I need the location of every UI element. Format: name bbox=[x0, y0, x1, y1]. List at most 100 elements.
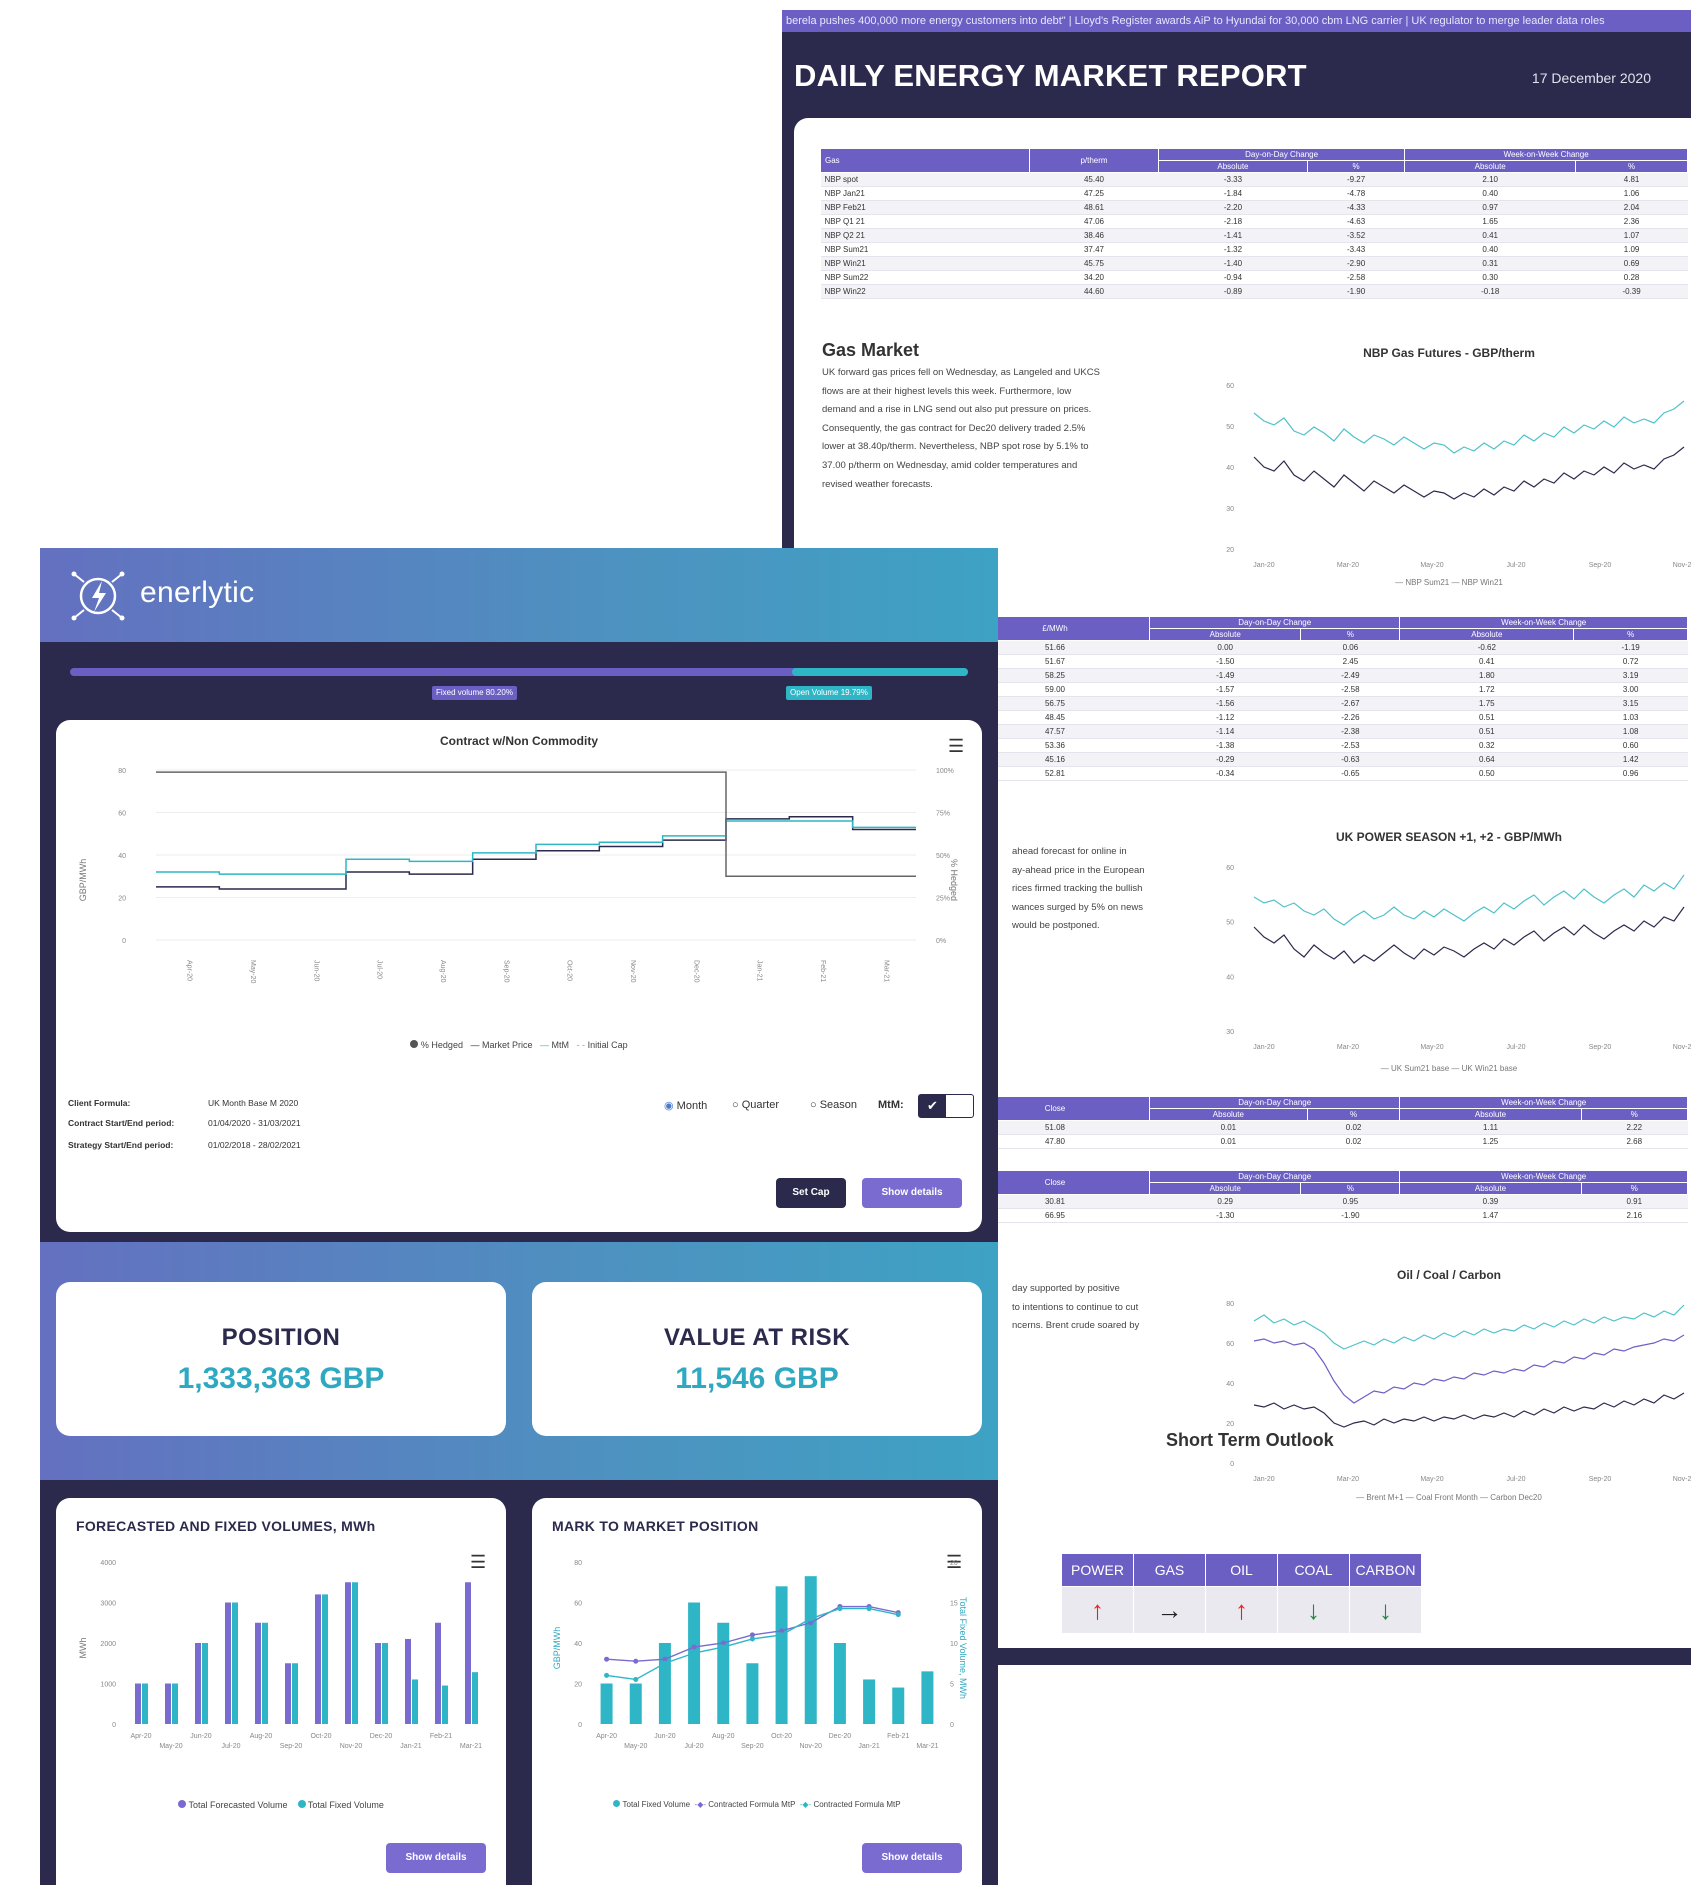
tick-label: Jan-21 bbox=[858, 1743, 880, 1750]
series-line-mtm bbox=[156, 820, 916, 875]
report-title: DAILY ENERGY MARKET REPORT bbox=[794, 58, 1307, 93]
mtm-toggle[interactable]: ✔ bbox=[918, 1094, 974, 1118]
volumes-chart-title: FORECASTED AND FIXED VOLUMES, MWh bbox=[76, 1518, 376, 1534]
tick-label: May-20 bbox=[249, 960, 256, 983]
text-line: 37.00 p/therm on Wednesday, amid colder … bbox=[822, 459, 1078, 471]
tick-label: Mar-21 bbox=[916, 1743, 938, 1750]
contract-chart-title: Contract w/Non Commodity bbox=[440, 734, 598, 748]
col-wow: Week-on-Week Change bbox=[1404, 148, 1688, 161]
table-cell: -1.38 bbox=[1149, 738, 1301, 753]
table-cell: 2.68 bbox=[1581, 1134, 1688, 1149]
table-cell: 2.36 bbox=[1575, 214, 1688, 229]
table-cell: 1.08 bbox=[1573, 724, 1688, 739]
tick-label: 20 bbox=[1226, 1421, 1234, 1428]
col-dod: Day-on-Day Change bbox=[1148, 1170, 1401, 1183]
tick-label: Nov-20 bbox=[1673, 1476, 1691, 1483]
table-cell: -3.33 bbox=[1158, 172, 1308, 187]
tick-label: Jan-20 bbox=[1253, 1044, 1275, 1051]
news-ticker[interactable]: berela pushes 400,000 more energy custom… bbox=[782, 10, 1691, 32]
strategy-period-label: Strategy Start/End period: bbox=[68, 1140, 174, 1150]
check-icon: ✔ bbox=[919, 1095, 946, 1117]
period-season-radio[interactable]: ○ Season bbox=[810, 1099, 857, 1111]
show-details-button[interactable]: Show details bbox=[862, 1178, 962, 1208]
contract-legend: % Hedged — Market Price — MtM - - Initia… bbox=[56, 1040, 982, 1050]
table-cell: 0.00 bbox=[1149, 640, 1301, 655]
tick-label: Apr-20 bbox=[186, 960, 193, 981]
data-point bbox=[604, 1656, 610, 1662]
bar bbox=[688, 1602, 701, 1724]
period-month-radio[interactable]: ◉ Month bbox=[664, 1099, 707, 1112]
radio-label: Season bbox=[819, 1099, 858, 1111]
volumes-legend: Total Forecasted Volume Total Fixed Volu… bbox=[56, 1800, 506, 1810]
client-formula-value: UK Month Base M 2020 bbox=[208, 1098, 299, 1108]
table-row: 51.66 0.00 0.06 -0.62 -1.19 bbox=[960, 640, 1688, 655]
series-line-coal bbox=[1253, 1334, 1685, 1404]
table-row: NBP Jan21 47.25 -1.84 -4.78 0.40 1.06 bbox=[820, 186, 1688, 201]
table-cell: 0.01 bbox=[1149, 1134, 1308, 1149]
table-cell: -0.63 bbox=[1300, 752, 1400, 767]
table-cell: 0.28 bbox=[1575, 270, 1688, 285]
tick-label: Oct-20 bbox=[566, 960, 573, 981]
mtm-chart-title: MARK TO MARKET POSITION bbox=[552, 1518, 759, 1534]
tick-label: Jan-20 bbox=[1253, 562, 1275, 569]
tick-label: Jul-20 bbox=[376, 960, 383, 979]
col-wow-abs: Absolute bbox=[1399, 1108, 1582, 1121]
table-cell: 0.02 bbox=[1307, 1134, 1400, 1149]
tick-label: 60 bbox=[118, 811, 126, 818]
contract-card: Contract w/Non Commodity ☰ GBP/MWh % Hed… bbox=[56, 720, 982, 1232]
position-value: 1,333,363 GBP bbox=[177, 1362, 385, 1395]
tick-label: Jul-20 bbox=[1506, 1044, 1525, 1051]
tick-label: 20 bbox=[1226, 547, 1234, 554]
set-cap-button[interactable]: Set Cap bbox=[776, 1178, 846, 1208]
table-cell: NBP Sum21 bbox=[820, 242, 1030, 257]
tick-label: Nov-20 bbox=[1673, 1044, 1691, 1051]
small-price-table-1: Close Day-on-Day Change Week-on-Week Cha… bbox=[960, 1096, 1689, 1149]
table-cell: 0.64 bbox=[1399, 752, 1574, 767]
show-details-button[interactable]: Show details bbox=[862, 1843, 962, 1873]
table-cell: 0.50 bbox=[1399, 766, 1574, 781]
volumes-chart: MWh 4000 3000 2000 1000 0 Apr-20 May-20 Jun-20… bbox=[78, 1560, 482, 1750]
tick-label: 0 bbox=[112, 1722, 116, 1729]
legend-label: % Hedged bbox=[420, 1040, 463, 1050]
tick-label: 60 bbox=[574, 1601, 582, 1608]
y-right-label: % Hedged bbox=[949, 859, 959, 901]
show-details-button[interactable]: Show details bbox=[386, 1843, 486, 1873]
tick-label: May-20 bbox=[1420, 1044, 1443, 1051]
tick-label: 1000 bbox=[100, 1682, 116, 1689]
table-row: 66.95 -1.30 -1.90 1.47 2.16 bbox=[960, 1208, 1688, 1223]
text-line: ahead forecast for online in bbox=[1012, 846, 1127, 857]
tick-label: 25% bbox=[936, 896, 950, 903]
text-line: ay-ahead price in the European bbox=[1012, 864, 1145, 876]
data-point bbox=[837, 1606, 843, 1612]
tick-label: Jul-20 bbox=[1506, 562, 1525, 569]
tick-label: 5 bbox=[950, 1682, 954, 1689]
table-cell: -1.41 bbox=[1158, 228, 1308, 243]
table-row: NBP Sum22 34.20 -0.94 -2.58 0.30 0.28 bbox=[820, 270, 1688, 285]
table-cell: 2.22 bbox=[1581, 1120, 1688, 1135]
bar bbox=[172, 1683, 178, 1724]
small-price-table-2: Close Day-on-Day Change Week-on-Week Cha… bbox=[960, 1170, 1689, 1223]
table-cell: 37.47 bbox=[1029, 242, 1159, 257]
data-point bbox=[749, 1636, 755, 1642]
legend-label: Total Fixed Volume bbox=[307, 1800, 384, 1810]
series-line-sum21 bbox=[1253, 400, 1685, 454]
table-row: 45.16 -0.29 -0.63 0.64 1.42 bbox=[960, 752, 1688, 767]
col-price: p/therm bbox=[1029, 148, 1159, 173]
text-line: wances surged by 5% on news bbox=[1012, 901, 1143, 913]
tick-label: 20 bbox=[118, 896, 126, 903]
table-cell: -1.56 bbox=[1149, 696, 1301, 711]
table-cell: 2.16 bbox=[1581, 1208, 1688, 1223]
bar bbox=[658, 1643, 671, 1724]
tick-label: Mar-21 bbox=[882, 960, 889, 982]
tick-label: Jul-20 bbox=[1506, 1476, 1525, 1483]
period-quarter-radio[interactable]: ○ Quarter bbox=[732, 1099, 779, 1111]
series-line-brent bbox=[1253, 1304, 1685, 1350]
table-cell: NBP Q1 21 bbox=[820, 214, 1030, 229]
text-line: UK forward gas prices fell on Wednesday,… bbox=[822, 367, 1100, 378]
tick-label: 0 bbox=[950, 1722, 954, 1729]
table-cell: -1.50 bbox=[1149, 654, 1301, 669]
mtm-card: MARK TO MARKET POSITION ☰ GBP/MWh Total … bbox=[532, 1498, 982, 1885]
text-line: demand and a rise in LNG send out also p… bbox=[822, 404, 1092, 416]
table-cell: 45.40 bbox=[1029, 172, 1159, 187]
bar bbox=[717, 1622, 730, 1724]
